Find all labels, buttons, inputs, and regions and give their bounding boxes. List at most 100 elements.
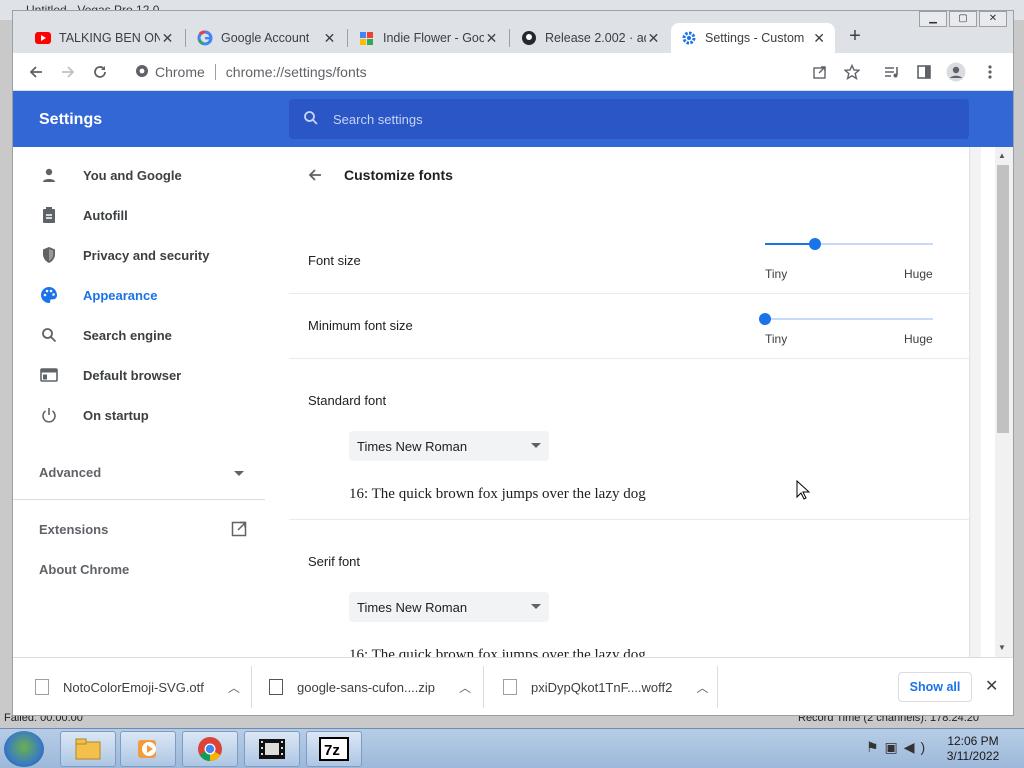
close-icon[interactable]: ✕ xyxy=(811,30,827,47)
file-icon xyxy=(503,679,517,695)
tab-divider xyxy=(509,29,510,47)
close-icon[interactable]: ✕ xyxy=(985,676,998,696)
sidebar-item-label: Privacy and security xyxy=(83,247,210,263)
dropdown-arrow-icon[interactable] xyxy=(234,471,244,476)
bookmark-star-icon[interactable] xyxy=(841,61,863,83)
close-icon[interactable]: ✕ xyxy=(484,30,499,47)
sidebar-extensions[interactable]: Extensions xyxy=(39,522,108,537)
download-divider xyxy=(717,666,718,708)
sidebar-item-appearance[interactable]: Appearance xyxy=(13,275,289,315)
omnibox-url[interactable]: chrome://settings/fonts xyxy=(226,64,367,80)
google-icon xyxy=(197,30,213,46)
sidebar-advanced[interactable]: Advanced xyxy=(39,465,101,480)
tab-release[interactable]: Release 2.002 · ad ✕ xyxy=(511,23,669,53)
download-bar: NotoColorEmoji-SVG.otf ︿ google-sans-cuf… xyxy=(13,657,1013,715)
download-item[interactable]: pxiDypQkot1TnF....woff2 ︿ xyxy=(503,658,708,715)
download-filename: google-sans-cufon....zip xyxy=(297,679,436,695)
close-window-icon[interactable]: ✕ xyxy=(979,11,1007,27)
tab-settings[interactable]: Settings - Custom ✕ xyxy=(671,23,835,53)
page-scrollbar[interactable]: ▲ ▼ xyxy=(995,147,1013,657)
back-arrow-icon[interactable] xyxy=(25,61,47,83)
windows-taskbar: 7z ⚑▣◀) 12:06 PM 3/11/2022 xyxy=(0,728,1024,768)
minimize-icon[interactable]: ▁ xyxy=(919,11,947,27)
forward-arrow-icon[interactable] xyxy=(57,61,79,83)
minimum-font-size-slider[interactable] xyxy=(759,313,933,325)
chrome-taskbar-icon[interactable] xyxy=(182,731,238,767)
scroll-up-arrow-icon[interactable]: ▲ xyxy=(998,151,1006,160)
search-settings-input[interactable]: Search settings xyxy=(289,99,969,139)
row-divider xyxy=(289,293,969,294)
side-panel-icon[interactable] xyxy=(913,61,935,83)
sidebar-item-default-browser[interactable]: Default browser xyxy=(13,355,289,395)
reload-icon[interactable] xyxy=(89,61,111,83)
row-divider xyxy=(289,358,969,359)
font-size-label: Font size xyxy=(308,253,361,268)
explorer-taskbar-icon[interactable] xyxy=(60,731,116,767)
sidebar-item-you-and-google[interactable]: You and Google xyxy=(13,155,289,195)
google-fonts-icon xyxy=(359,30,375,46)
sidebar-item-label: Autofill xyxy=(83,207,128,223)
tab-label: Release 2.002 · ad xyxy=(545,31,647,45)
kebab-menu-icon[interactable] xyxy=(979,61,1001,83)
close-icon[interactable]: ✕ xyxy=(646,30,661,47)
shield-icon xyxy=(37,246,61,264)
tab-divider xyxy=(347,29,348,47)
back-arrow-icon[interactable] xyxy=(307,167,323,188)
row-divider xyxy=(289,519,969,520)
sidebar-item-privacy[interactable]: Privacy and security xyxy=(13,235,289,275)
sidebar-item-label: On startup xyxy=(83,407,149,423)
show-all-button[interactable]: Show all xyxy=(898,672,972,702)
tab-google-account[interactable]: Google Account ✕ xyxy=(187,23,345,53)
new-tab-button[interactable]: + xyxy=(843,25,867,48)
page-title: Customize fonts xyxy=(344,167,453,183)
sidebar-about-chrome[interactable]: About Chrome xyxy=(39,562,129,577)
system-tray-icons[interactable]: ⚑▣◀) xyxy=(866,739,931,756)
palette-icon xyxy=(37,286,61,304)
slider-knob[interactable] xyxy=(809,238,822,250)
omnibox[interactable]: Chrome chrome://settings/fonts xyxy=(125,58,849,86)
open-external-icon[interactable] xyxy=(231,521,247,540)
chevron-up-icon[interactable]: ︿ xyxy=(228,679,240,696)
share-icon[interactable] xyxy=(809,61,831,83)
media-control-icon[interactable] xyxy=(881,61,903,83)
standard-font-select[interactable]: Times New Roman xyxy=(349,431,549,461)
download-item[interactable]: NotoColorEmoji-SVG.otf ︿ xyxy=(35,658,240,715)
scroll-down-arrow-icon[interactable]: ▼ xyxy=(998,643,1006,652)
close-icon[interactable]: ✕ xyxy=(160,30,175,47)
dropdown-arrow-icon xyxy=(531,443,541,448)
7zip-taskbar-icon[interactable]: 7z xyxy=(306,731,362,767)
search-placeholder: Search settings xyxy=(333,111,423,127)
scrollbar-thumb[interactable] xyxy=(997,165,1009,433)
tab-indie-flower[interactable]: Indie Flower - Goo ✕ xyxy=(349,23,507,53)
chevron-up-icon[interactable]: ︿ xyxy=(459,679,471,696)
sidebar-item-search-engine[interactable]: Search engine xyxy=(13,315,289,355)
close-icon[interactable]: ✕ xyxy=(322,30,337,47)
tab-talking-ben[interactable]: TALKING BEN ON ✕ xyxy=(25,23,183,53)
omnibox-site-label: Chrome xyxy=(155,64,205,80)
maximize-icon[interactable]: ▢ xyxy=(949,11,977,27)
serif-font-select[interactable]: Times New Roman xyxy=(349,592,549,622)
settings-header: Settings Search settings xyxy=(13,91,1013,147)
slider-knob[interactable] xyxy=(759,313,771,325)
video-editor-taskbar-icon[interactable] xyxy=(244,731,300,767)
chrome-window: TALKING BEN ON ✕ Google Account ✕ Indie … xyxy=(12,10,1014,716)
sidebar-divider xyxy=(13,499,265,500)
sidebar-item-autofill[interactable]: Autofill xyxy=(13,195,289,235)
settings-sidebar: You and Google Autofill Privacy and secu… xyxy=(13,147,289,657)
tab-label: Settings - Custom xyxy=(705,31,805,45)
window-controls: ▁ ▢ ✕ xyxy=(919,11,1007,27)
taskbar-clock[interactable]: 12:06 PM 3/11/2022 xyxy=(938,734,1008,764)
standard-font-sample: 16: The quick brown fox jumps over the l… xyxy=(349,486,646,502)
omnibox-divider xyxy=(214,64,216,80)
tab-label: Google Account xyxy=(221,31,310,45)
font-size-slider[interactable] xyxy=(765,238,933,250)
media-player-taskbar-icon[interactable] xyxy=(120,731,176,767)
download-divider xyxy=(483,666,484,708)
chevron-up-icon[interactable]: ︿ xyxy=(696,679,708,696)
download-item[interactable]: google-sans-cufon....zip ︿ xyxy=(269,658,471,715)
sidebar-item-on-startup[interactable]: On startup xyxy=(13,395,289,435)
sidebar-item-label: Search engine xyxy=(83,327,172,343)
profile-avatar-icon[interactable] xyxy=(945,61,967,83)
start-button-icon[interactable] xyxy=(4,731,44,767)
slider-min-label: Tiny xyxy=(765,267,788,281)
